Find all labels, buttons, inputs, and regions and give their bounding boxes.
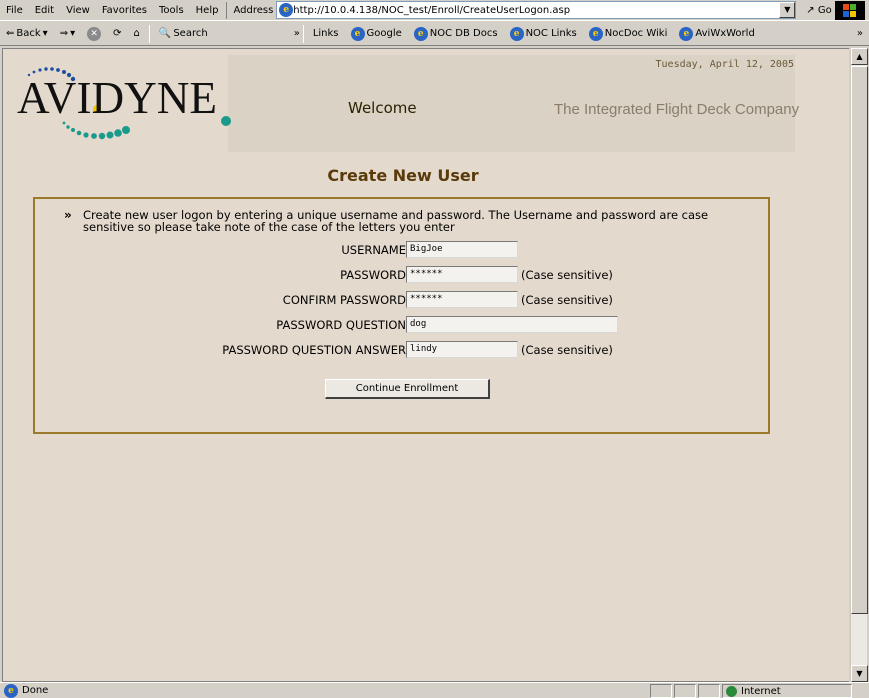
password-question-row: PASSWORD QUESTION dog	[35, 316, 772, 334]
avidyne-logo-graphic: AVIDYNE	[17, 67, 231, 140]
globe-icon	[726, 685, 737, 697]
link-nocdoc-wiki[interactable]: e NocDoc Wiki	[583, 23, 674, 45]
intro-paragraph: Create new user logon by entering a uniq…	[83, 208, 709, 234]
search-label: Search	[173, 28, 208, 39]
vertical-scrollbar[interactable]: ▲ ▼	[850, 48, 868, 682]
avidyne-logo: AVIDYNE	[9, 53, 239, 158]
browser-window: File Edit View Favorites Tools Help Addr…	[0, 0, 869, 698]
search-button[interactable]: 🔍 Search	[153, 23, 214, 45]
back-label: Back	[16, 28, 41, 39]
menu-favorites[interactable]: Favorites	[96, 0, 153, 21]
status-pane	[650, 684, 672, 698]
scroll-thumb[interactable]	[851, 66, 868, 614]
password-question-label: PASSWORD QUESTION	[276, 318, 406, 332]
username-label: USERNAME	[341, 243, 406, 257]
go-arrow-icon: ↗	[806, 4, 815, 16]
zone-pane: Internet	[722, 684, 852, 698]
status-pane	[698, 684, 720, 698]
links-label: Links	[312, 28, 339, 39]
password-answer-field[interactable]: lindy	[406, 341, 518, 358]
menu-file[interactable]: File	[0, 0, 29, 21]
refresh-button[interactable]: ⟳	[107, 23, 127, 45]
continue-enrollment-button[interactable]: Continue Enrollment	[325, 379, 490, 399]
ie-link-icon: e	[350, 26, 365, 41]
page-content: AVIDYNE Welcome Tuesday, April 12, 2005 …	[2, 48, 849, 682]
zone-text: Internet	[741, 685, 781, 697]
password-answer-row: PASSWORD QUESTION ANSWER lindy (Case sen…	[35, 341, 772, 359]
confirm-password-row: CONFIRM PASSWORD ****** (Case sensitive)	[35, 291, 772, 309]
ie-link-icon: e	[413, 26, 428, 41]
home-button[interactable]: ⌂	[128, 23, 146, 45]
username-row: USERNAME BigJoe	[35, 241, 772, 259]
ie-link-icon: e	[509, 26, 524, 41]
password-row: PASSWORD ****** (Case sensitive)	[35, 266, 772, 284]
go-button[interactable]: ↗ Go	[802, 5, 835, 16]
windows-logo-icon	[835, 1, 865, 20]
bullet-arrow-icon: »	[64, 208, 72, 222]
forward-arrow-icon: ⇒	[59, 28, 69, 39]
search-icon: 🔍	[158, 28, 172, 39]
back-arrow-icon: ⇐	[6, 28, 15, 39]
ie-status-icon: e	[4, 683, 18, 698]
ie-link-icon: e	[679, 26, 694, 41]
menu-tools[interactable]: Tools	[153, 0, 190, 21]
password-label: PASSWORD	[340, 268, 406, 282]
header-date: Tuesday, April 12, 2005	[655, 59, 794, 70]
menu-bar: File Edit View Favorites Tools Help Addr…	[0, 0, 869, 21]
ie-link-icon: e	[588, 26, 603, 41]
confirm-password-field[interactable]: ******	[406, 291, 518, 308]
link-noc-links[interactable]: e NOC Links	[504, 23, 583, 45]
status-text: Done	[22, 685, 49, 696]
intro-text: » Create new user logon by entering a un…	[64, 208, 753, 234]
menu-edit[interactable]: Edit	[29, 0, 60, 21]
password-answer-note: (Case sensitive)	[521, 343, 613, 357]
password-field[interactable]: ******	[406, 266, 518, 283]
link-noc-db-docs[interactable]: e NOC DB Docs	[408, 23, 504, 45]
scroll-down-icon[interactable]: ▼	[851, 665, 868, 682]
menu-help[interactable]: Help	[190, 0, 225, 21]
page-title: Create New User	[327, 166, 479, 185]
stop-button[interactable]: ✕	[81, 23, 107, 45]
address-label: Address	[226, 1, 276, 19]
address-url[interactable]: http://10.0.4.138/NOC_test/Enroll/Create…	[293, 5, 779, 16]
toolbar-divider	[148, 24, 150, 43]
password-question-field[interactable]: dog	[406, 316, 618, 333]
go-label: Go	[817, 4, 832, 16]
status-bar: e Done Internet	[0, 682, 869, 698]
username-field[interactable]: BigJoe	[406, 241, 518, 258]
forward-button[interactable]: ⇒ ▾	[54, 23, 81, 45]
links-more-icon[interactable]: »	[857, 28, 863, 39]
address-dropdown-icon[interactable]: ▼	[779, 2, 796, 18]
scroll-up-icon[interactable]: ▲	[851, 48, 868, 65]
confirm-password-label: CONFIRM PASSWORD	[282, 293, 406, 307]
password-note: (Case sensitive)	[521, 268, 613, 282]
status-pane	[674, 684, 696, 698]
stop-icon: ✕	[87, 26, 102, 41]
link-google[interactable]: e Google	[345, 23, 408, 45]
welcome-text: Welcome	[348, 99, 417, 117]
menu-view[interactable]: View	[60, 0, 96, 21]
toolbar-divider	[302, 24, 304, 43]
tool-bar: ⇐ Back ▾ ⇒ ▾ ✕ ⟳ ⌂ 🔍 Search » Links e Googl…	[0, 22, 869, 46]
link-aviwxworld[interactable]: e AviWxWorld	[673, 23, 760, 45]
address-field[interactable]: e http://10.0.4.138/NOC_test/Enroll/Crea…	[276, 1, 797, 19]
password-answer-label: PASSWORD QUESTION ANSWER	[222, 343, 406, 357]
refresh-icon: ⟳	[113, 28, 122, 39]
company-tagline: The Integrated Flight Deck Company	[554, 101, 800, 118]
chevron-more-icon[interactable]: »	[294, 28, 300, 39]
home-icon: ⌂	[133, 28, 140, 39]
ie-page-icon: e	[279, 3, 294, 17]
create-user-form: » Create new user logon by entering a un…	[33, 197, 770, 434]
back-button[interactable]: ⇐ Back ▾	[0, 23, 54, 45]
confirm-password-note: (Case sensitive)	[521, 293, 613, 307]
brand-text: AVIDYNE	[17, 72, 217, 123]
